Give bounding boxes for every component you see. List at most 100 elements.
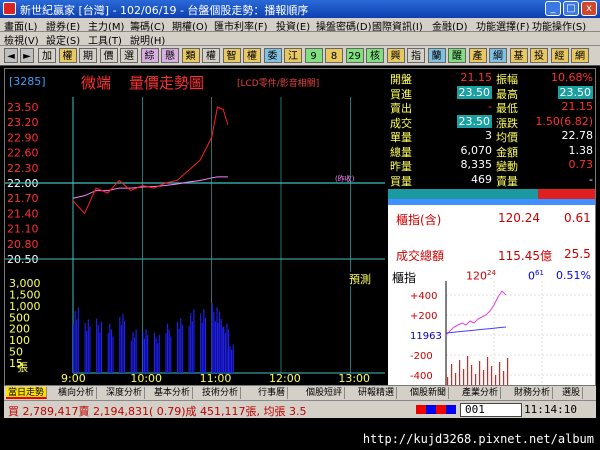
mini-y-label: 11963 (410, 331, 442, 342)
mini-volume-bar (487, 357, 489, 385)
index-mini-chart: 櫃指 12024 061 0.51% +400 +200 11963 -200 -400 (388, 267, 595, 385)
y-tick-label: 21.70 (7, 192, 39, 205)
tab-7[interactable]: 研報精選 (356, 387, 398, 399)
tab-10[interactable]: 財務分析 (512, 387, 554, 399)
footer-url: http://kujd3268.pixnet.net/album (362, 432, 594, 446)
tab-9[interactable]: 產業分析 (460, 387, 502, 399)
toolbar-button[interactable]: 網 (571, 48, 589, 63)
menu-item[interactable]: 金融(D) (432, 18, 468, 33)
menu-item[interactable]: 證券(E) (46, 18, 80, 33)
toolbar-button[interactable]: 委 (263, 48, 282, 63)
volume-bar (87, 319, 89, 373)
tab-4[interactable]: 技術分析 (200, 387, 242, 399)
menu-item[interactable]: 主力(M) (88, 18, 124, 33)
volume-bar (191, 321, 193, 373)
volume-bar (217, 322, 219, 373)
quote-value: 22.78 (561, 129, 594, 142)
tab-6[interactable]: 個股短評 (304, 387, 346, 399)
toolbar-button[interactable]: 懸 (161, 48, 179, 63)
menu-item[interactable]: 國際資訊(I) (372, 18, 423, 33)
toolbar-button[interactable]: 江 (284, 48, 302, 63)
volume-bar (211, 303, 213, 373)
menu-item[interactable]: 投資(E) (276, 18, 310, 33)
tab-1[interactable]: 橫向分析 (56, 387, 98, 399)
toolbar-button[interactable]: 蘭 (427, 48, 446, 63)
menu-item[interactable]: 操盤密碼(D) (316, 18, 372, 33)
tab-2[interactable]: 深度分析 (104, 387, 146, 399)
toolbar-button[interactable]: 產 (468, 48, 487, 63)
toolbar-button[interactable]: 綱 (489, 48, 507, 63)
toolbar-button[interactable]: 經 (550, 48, 569, 63)
menu-item[interactable]: 期權(O) (172, 18, 208, 33)
volume-bar (135, 329, 137, 373)
x-tick-label: 9:00 (61, 372, 86, 385)
toolbar-button[interactable]: 指 (407, 48, 425, 63)
menu-item[interactable]: 籌碼(C) (130, 18, 165, 33)
menu-item[interactable]: 功能選擇(F) (476, 18, 530, 33)
menu-item[interactable]: 匯市利率(F) (214, 18, 268, 33)
toolbar-button[interactable]: 醒 (448, 48, 466, 63)
quote-value: 1.38 (568, 143, 594, 157)
toolbar-button[interactable]: 核 (366, 48, 384, 63)
toolbar-button[interactable]: 29 (345, 48, 364, 63)
volume-bar (200, 313, 202, 373)
toolbar-button[interactable]: 智 (222, 48, 241, 63)
tab-3[interactable]: 基本分析 (152, 387, 194, 399)
toolbar: ◄ ► 加權期價選綜懸類權智權委江 9 8 29 核興指蘭醒產綱基投經網 (0, 46, 600, 66)
volume-bar (133, 337, 136, 373)
volume-bar (204, 317, 207, 373)
maximize-button[interactable]: □ (563, 1, 579, 16)
y-tick-label: 23.50 (7, 101, 39, 114)
toolbar-button[interactable]: 8 (325, 48, 343, 63)
volume-bar (122, 313, 124, 373)
menu-item[interactable]: 工具(T) (88, 32, 122, 47)
tab-5[interactable]: 行事曆 (256, 387, 289, 399)
mini-y-label: -400 (410, 371, 433, 382)
volume-bar (226, 323, 228, 373)
volume-bar (203, 309, 205, 373)
tab-0[interactable]: 當日走勢 (6, 387, 48, 399)
menu-item[interactable]: 畫面(L) (4, 18, 37, 33)
forward-arrow-icon[interactable]: ► (20, 48, 34, 63)
volume-bar (158, 335, 160, 373)
menu-item[interactable]: 說明(H) (130, 32, 165, 47)
volume-bar (100, 321, 103, 373)
mini-avg-line (445, 326, 507, 334)
volume-bar (76, 319, 78, 373)
tab-11[interactable]: 選股 (560, 387, 584, 399)
toolbar-button[interactable]: 9 (304, 48, 323, 63)
back-arrow-icon[interactable]: ◄ (4, 48, 18, 63)
toolbar-button[interactable]: 期 (79, 48, 97, 63)
mini-volume-bar (471, 365, 473, 385)
toolbar-button[interactable]: 價 (99, 48, 118, 63)
toolbar-button[interactable]: 基 (509, 48, 528, 63)
toolbar-button[interactable]: 權 (243, 48, 261, 63)
toolbar-button[interactable]: 權 (58, 48, 77, 63)
turnover-change: 25.5 (564, 247, 591, 261)
menu-bar-secondary: 檢視(V) 設定(S) 工具(T) 說明(H) (0, 32, 600, 47)
menu-item[interactable]: 檢視(V) (4, 32, 39, 47)
toolbar-button[interactable]: 加 (38, 48, 56, 63)
tab-8[interactable]: 個股新聞 (408, 387, 450, 399)
toolbar-button[interactable]: 類 (181, 48, 200, 63)
x-tick-label: 12:00 (269, 372, 301, 385)
toolbar-button[interactable]: 投 (530, 48, 548, 63)
volume-bar (216, 307, 218, 373)
volume-bar (89, 326, 91, 373)
price-line (72, 106, 229, 215)
volume-bar (74, 311, 76, 373)
mini-volume-bar (507, 358, 509, 385)
status-color-strip (416, 405, 456, 414)
close-button[interactable]: x (581, 1, 597, 16)
quote-value: 21.15 (460, 71, 493, 84)
toolbar-button[interactable]: 興 (386, 48, 405, 63)
toolbar-button[interactable]: 綜 (140, 48, 159, 63)
mini-y-label: +200 (410, 311, 437, 322)
toolbar-button[interactable]: 權 (202, 48, 220, 63)
menu-item[interactable]: 功能操作(S) (532, 18, 586, 33)
menu-item[interactable]: 設定(S) (46, 32, 80, 47)
minimize-button[interactable]: _ (545, 1, 561, 16)
volume-bar (124, 320, 126, 373)
toolbar-button[interactable]: 選 (120, 48, 138, 63)
stock-code-input[interactable]: 001 (460, 403, 522, 417)
